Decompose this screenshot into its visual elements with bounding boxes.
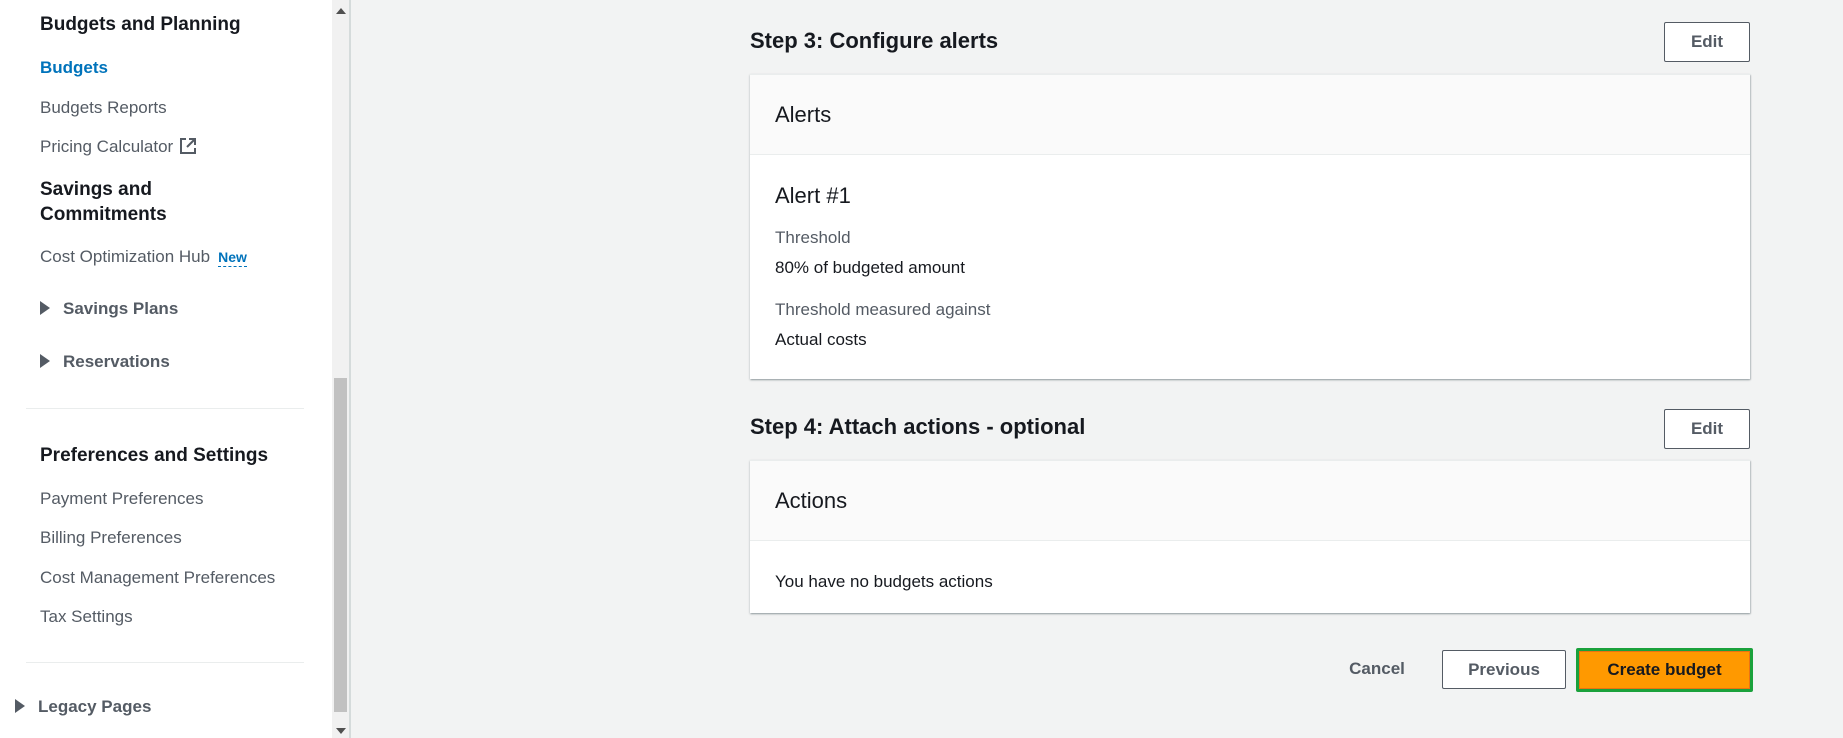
new-badge[interactable]: New bbox=[218, 248, 247, 267]
actions-card: Actions You have no budgets actions bbox=[750, 460, 1750, 613]
no-actions-text: You have no budgets actions bbox=[775, 572, 993, 591]
sidebar-navigation: Budgets and Planning Budgets Budgets Rep… bbox=[0, 0, 332, 738]
alerts-card-header: Alerts bbox=[750, 75, 1750, 155]
sidebar-divider bbox=[26, 662, 304, 663]
threshold-label: Threshold bbox=[775, 228, 851, 247]
reservations-label: Reservations bbox=[63, 352, 170, 371]
sidebar-item-budgets-reports[interactable]: Budgets Reports bbox=[40, 97, 167, 119]
create-budget-focus-ring: Create budget bbox=[1576, 648, 1753, 692]
caret-right-icon bbox=[40, 301, 50, 315]
sidebar-item-budgets[interactable]: Budgets bbox=[40, 57, 108, 79]
pricing-calculator-label: Pricing Calculator bbox=[40, 137, 174, 156]
caret-right-icon bbox=[40, 354, 50, 368]
savings-heading-line1: Savings and bbox=[40, 179, 152, 200]
sidebar-item-pricing-calculator[interactable]: Pricing Calculator bbox=[40, 136, 197, 161]
threshold-value: 80% of budgeted amount bbox=[775, 258, 965, 277]
caret-right-icon bbox=[15, 699, 25, 713]
threshold-measured-label: Threshold measured against bbox=[775, 300, 991, 319]
sidebar-item-cost-management-preferences[interactable]: Cost Management Preferences bbox=[40, 567, 275, 589]
alert-title: Alert #1 bbox=[775, 183, 851, 208]
sidebar-border bbox=[349, 0, 351, 738]
sidebar-item-billing-preferences[interactable]: Billing Preferences bbox=[40, 527, 182, 549]
previous-button[interactable]: Previous bbox=[1442, 650, 1566, 689]
savings-plans-label: Savings Plans bbox=[63, 299, 179, 318]
actions-card-header: Actions bbox=[750, 461, 1750, 541]
cost-optimization-hub-label: Cost Optimization Hub bbox=[40, 247, 211, 266]
step3-edit-button[interactable]: Edit bbox=[1664, 22, 1750, 62]
step3-title: Step 3: Configure alerts bbox=[750, 28, 999, 53]
sidebar-scrollbar[interactable] bbox=[332, 0, 349, 738]
create-budget-button[interactable]: Create budget bbox=[1579, 651, 1750, 689]
scroll-down-arrow-icon[interactable] bbox=[336, 728, 346, 734]
cancel-button[interactable]: Cancel bbox=[1340, 656, 1414, 682]
sidebar-item-cost-optimization-hub[interactable]: Cost Optimization Hub New bbox=[40, 246, 247, 268]
preferences-settings-heading: Preferences and Settings bbox=[40, 445, 269, 466]
sidebar-expand-savings-plans[interactable]: Savings Plans bbox=[40, 298, 178, 320]
alerts-card: Alerts Alert #1 Threshold 80% of budgete… bbox=[750, 74, 1750, 379]
legacy-pages-label: Legacy Pages bbox=[38, 697, 152, 716]
budgets-planning-heading: Budgets and Planning bbox=[40, 14, 241, 35]
sidebar-divider bbox=[26, 408, 304, 409]
savings-heading-line2: Commitments bbox=[40, 204, 167, 225]
external-link-icon bbox=[179, 137, 197, 161]
step4-edit-button[interactable]: Edit bbox=[1664, 409, 1750, 449]
scroll-up-arrow-icon[interactable] bbox=[336, 8, 346, 14]
sidebar-item-tax-settings[interactable]: Tax Settings bbox=[40, 606, 133, 628]
sidebar-item-payment-preferences[interactable]: Payment Preferences bbox=[40, 488, 203, 510]
savings-commitments-heading: Savings and Commitments bbox=[40, 177, 167, 227]
sidebar-expand-reservations[interactable]: Reservations bbox=[40, 351, 170, 373]
scrollbar-thumb[interactable] bbox=[334, 378, 347, 712]
threshold-measured-value: Actual costs bbox=[775, 330, 867, 349]
step4-title: Step 4: Attach actions - optional bbox=[750, 414, 1086, 439]
sidebar-expand-legacy-pages[interactable]: Legacy Pages bbox=[15, 696, 151, 718]
